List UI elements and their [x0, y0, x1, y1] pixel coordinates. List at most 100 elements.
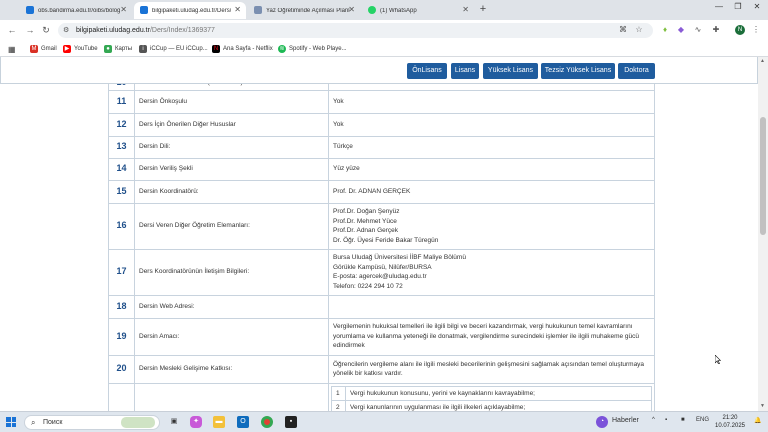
close-tab-icon[interactable]: ✕: [348, 5, 355, 14]
menu-button-doktora[interactable]: Doktora: [618, 63, 655, 79]
minimize-icon[interactable]: —: [710, 2, 728, 11]
table-row: 13 Dersin Dili: Türkçe: [108, 135, 655, 159]
scroll-up-icon[interactable]: ▲: [760, 58, 765, 64]
table-row: 14 Dersin Veriliş Şekli Yüz yüze: [108, 157, 655, 181]
tab-strip: obs.bandirma.edu.tr/oibs/bolog ✕ bilgipa…: [0, 0, 768, 20]
table-row: 19 Dersin Amacı: Vergilemenin hukuksal t…: [108, 317, 655, 356]
site-info-icon[interactable]: ⚙: [63, 26, 72, 35]
notification-bell-icon[interactable]: 🔔: [754, 417, 761, 424]
row-value: Prof. Dr. ADNAN GERÇEK: [328, 179, 655, 204]
close-tab-icon[interactable]: ✕: [234, 5, 241, 14]
bookmark-iccup[interactable]: i iCCup — EU iCCup...: [139, 43, 208, 55]
new-tab-button[interactable]: +: [476, 2, 490, 16]
close-tab-icon[interactable]: ✕: [120, 5, 127, 14]
list-item: 1 Vergi hukukunun konusunu, yerini ve ka…: [331, 385, 652, 401]
outcome-number: 1: [331, 385, 346, 401]
bookmark-maps[interactable]: ● Карты: [104, 43, 132, 55]
apps-grid-icon[interactable]: ▦: [8, 43, 16, 55]
table-row: 16 Dersi Veren Diğer Öğretim Elemanları:…: [108, 202, 655, 250]
degree-menu-bar: ÖnLisans Lisans Yüksek Lisans Tezsiz Yük…: [0, 57, 758, 84]
scroll-down-icon[interactable]: ▼: [760, 403, 765, 409]
iccup-icon: i: [139, 45, 147, 53]
table-row: 15 Dersin Koordinatörü: Prof. Dr. ADNAN …: [108, 179, 655, 204]
clock-date: 10.07.2025: [714, 423, 746, 429]
row-number: 19: [108, 317, 135, 356]
bookmark-star-icon[interactable]: ☆: [633, 24, 645, 36]
taskbar-search-input[interactable]: ⌕ Поиск: [24, 415, 160, 430]
row-number: 14: [108, 157, 135, 181]
table-row: 18 Dersin Web Adresi:: [108, 294, 655, 319]
row-value: Yok: [328, 112, 655, 137]
extensions-puzzle-icon[interactable]: ✚: [710, 24, 722, 36]
row-value: 1 Vergi hukukunun konusunu, yerini ve ka…: [328, 382, 655, 411]
page-content: 10 Laboratuvar Ders Saati (Saat/Hafta) 0…: [0, 57, 758, 411]
outlook-icon[interactable]: O: [237, 416, 249, 428]
copilot-icon[interactable]: ✦: [190, 416, 202, 428]
close-window-icon[interactable]: ✕: [748, 2, 766, 11]
forward-icon[interactable]: →: [24, 24, 36, 36]
row-label: Dersin Önkoşulu: [134, 89, 329, 114]
tab-title: Yaz Öğretiminde Açılması Planl: [266, 7, 350, 14]
bookmarks-bar: ▦ M Gmail ▶ YouTube ● Карты i iCCup — EU iCC…: [0, 41, 768, 57]
youtube-icon: ▶: [63, 45, 71, 53]
url-path: /Ders/Index/1369377: [149, 27, 215, 34]
tray-app-icon[interactable]: ▪: [665, 417, 667, 423]
page-scrollbar[interactable]: ▲ ▼: [758, 57, 768, 411]
tray-app-icon-2[interactable]: ■: [681, 417, 685, 423]
bookmark-youtube[interactable]: ▶ YouTube: [63, 43, 98, 55]
extension-icon[interactable]: ◆: [675, 24, 687, 36]
row-label: Ders Koordinatörünün İletişim Bilgileri:: [134, 248, 329, 296]
tray-chevron-icon[interactable]: ^: [652, 417, 655, 423]
browser-tab-4[interactable]: (1) WhatsApp ✕: [362, 2, 474, 19]
chrome-icon[interactable]: [261, 416, 273, 428]
back-icon[interactable]: ←: [6, 24, 18, 36]
netflix-icon: N: [212, 45, 220, 53]
news-widget-icon[interactable]: ◔: [596, 416, 608, 428]
table-row: 11 Dersin Önkoşulu Yok: [108, 89, 655, 114]
translate-icon[interactable]: ⌘: [617, 24, 629, 36]
windows-start-icon[interactable]: [6, 417, 16, 427]
close-tab-icon[interactable]: ✕: [462, 5, 469, 14]
outcome-number: 2: [331, 400, 346, 411]
menu-button-onlisans[interactable]: ÖnLisans: [407, 63, 447, 79]
row-number: 16: [108, 202, 135, 250]
browser-tab-3[interactable]: Yaz Öğretiminde Açılması Planl ✕: [248, 2, 360, 19]
mouse-cursor: [714, 351, 722, 365]
language-indicator[interactable]: ENG: [696, 417, 709, 423]
menu-button-tezsiz-yuksek-lisans[interactable]: Tezsiz Yüksek Lisans: [541, 63, 615, 79]
profile-avatar[interactable]: N: [735, 25, 745, 35]
menu-kebab-icon[interactable]: ⋮: [750, 24, 762, 36]
system-clock[interactable]: 21:20 10.07.2025: [710, 414, 750, 430]
tab-title: bilgipaketi.uludag.edu.tr/Ders/: [152, 7, 232, 14]
extension-chart-icon[interactable]: ∿: [692, 24, 704, 36]
restore-icon[interactable]: ❐: [729, 2, 747, 11]
terminal-app-icon[interactable]: ▪: [285, 416, 297, 428]
row-value: Yok: [328, 89, 655, 114]
news-label[interactable]: Haberler: [612, 417, 639, 424]
menu-button-lisans[interactable]: Lisans: [451, 63, 479, 79]
instructor-name: Prof.Dr. Mehmet Yüce: [333, 217, 397, 225]
extension-leaf-icon[interactable]: ♦: [659, 24, 671, 36]
row-value: [328, 294, 655, 319]
tab-favicon-icon: [26, 6, 34, 14]
table-row: 20 Dersin Mesleki Gelişime Katkısı: Öğre…: [108, 354, 655, 384]
task-view-icon[interactable]: ▣: [168, 416, 180, 428]
address-bar[interactable]: ⚙ bilgipaketi.uludag.edu.tr/Ders/Index/1…: [58, 23, 653, 38]
list-item: 2 Vergi kanunlarının uygulanması ile ilg…: [331, 400, 652, 411]
row-number: [108, 382, 135, 411]
file-explorer-icon[interactable]: ▬: [213, 416, 225, 428]
bookmark-label: Карты: [115, 46, 133, 52]
scrollbar-thumb[interactable]: [760, 117, 766, 235]
browser-tab-1[interactable]: obs.bandirma.edu.tr/oibs/bolog ✕: [20, 2, 132, 19]
outcome-text: Vergi kanunlarının uygulanması ile ilgil…: [345, 400, 652, 411]
bookmark-netflix[interactable]: N Ana Sayfa - Netflix: [212, 43, 273, 55]
row-number: 17: [108, 248, 135, 296]
bookmark-gmail[interactable]: M Gmail: [30, 43, 57, 55]
menu-button-yuksek-lisans[interactable]: Yüksek Lisans: [483, 63, 538, 79]
bookmark-spotify[interactable]: ≋ Spotify - Web Playe...: [278, 43, 347, 55]
row-label: Dersin Web Adresi:: [134, 294, 329, 319]
browser-tab-2[interactable]: bilgipaketi.uludag.edu.tr/Ders/ ✕: [134, 2, 246, 19]
gmail-icon: M: [30, 45, 38, 53]
tab-title: (1) WhatsApp: [380, 7, 417, 14]
reload-icon[interactable]: ↻: [40, 24, 52, 36]
